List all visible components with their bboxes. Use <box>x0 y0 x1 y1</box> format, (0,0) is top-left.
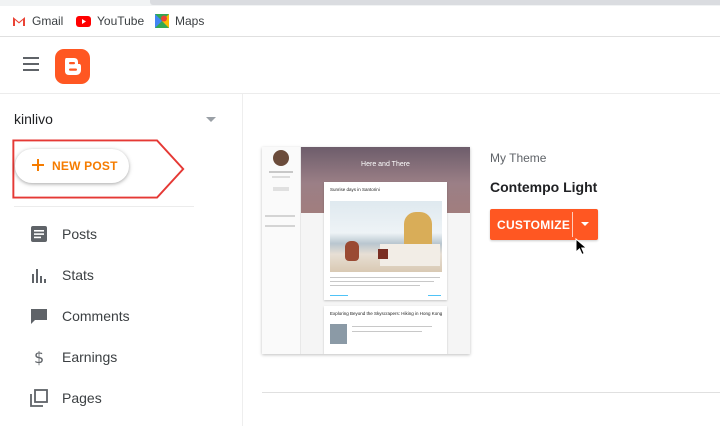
pages-icon <box>30 389 48 407</box>
gmail-icon <box>13 16 25 26</box>
new-post-label: NEW POST <box>52 159 118 173</box>
preview-post-image <box>330 201 442 272</box>
preview-post-card: Sunrise days in Santorini <box>324 182 447 300</box>
preview-sidebar <box>262 147 301 354</box>
blogger-logo[interactable] <box>55 49 90 84</box>
stats-icon <box>32 269 46 283</box>
theme-name: Contempo Light <box>490 179 598 195</box>
sidebar-item-pages[interactable]: Pages <box>0 380 242 416</box>
sidebar-item-label: Earnings <box>62 349 118 365</box>
customize-split-button: CUSTOMIZE <box>490 209 598 240</box>
blog-selector-name[interactable]: kinlivo <box>14 111 53 127</box>
divider <box>14 206 194 207</box>
sidebar: kinlivo NEW POST Posts Stats Comments $ … <box>0 94 243 426</box>
bookmarks-bar: Gmail YouTube Maps <box>0 6 720 37</box>
theme-preview-thumbnail[interactable]: Here and There Sunrise days in Santorini… <box>262 147 470 354</box>
sidebar-item-label: Pages <box>62 390 102 406</box>
preview-post-title: Sunrise days in Santorini <box>330 187 380 192</box>
sidebar-item-stats[interactable]: Stats <box>0 257 242 293</box>
bookmark-gmail[interactable]: Gmail <box>12 13 63 29</box>
customize-dropdown-button[interactable] <box>573 209 598 240</box>
new-post-button[interactable]: NEW POST <box>15 149 129 183</box>
maps-icon <box>155 14 169 28</box>
section-divider <box>262 392 720 393</box>
sidebar-item-label: Posts <box>62 226 98 242</box>
menu-icon[interactable] <box>23 57 39 71</box>
sidebar-item-posts[interactable]: Posts <box>0 216 242 252</box>
preview-post-thumbnail <box>330 324 347 344</box>
bookmark-youtube[interactable]: YouTube <box>76 13 144 29</box>
app-header <box>0 37 720 94</box>
youtube-icon <box>76 15 91 27</box>
svg-text:$: $ <box>34 348 44 366</box>
dollar-icon: $ <box>34 348 44 366</box>
mouse-cursor-icon <box>575 238 588 256</box>
customize-label: CUSTOMIZE <box>497 218 571 232</box>
bookmark-label: Maps <box>175 14 205 28</box>
sidebar-item-earnings[interactable]: $ Earnings <box>0 339 242 375</box>
sidebar-item-comments[interactable]: Comments <box>0 298 242 334</box>
preview-post-card: Exploring Beyond the Skyscrapers: Hiking… <box>324 306 447 354</box>
sidebar-item-label: Comments <box>62 308 130 324</box>
sidebar-item-label: Stats <box>62 267 94 283</box>
chevron-down-icon[interactable] <box>206 117 216 122</box>
bookmark-maps[interactable]: Maps <box>155 13 204 29</box>
scrollbar-thumb[interactable] <box>150 0 720 5</box>
plus-icon <box>31 158 45 172</box>
bookmark-label: YouTube <box>97 14 145 28</box>
caret-down-icon <box>581 222 589 226</box>
bookmark-label: Gmail <box>32 14 64 28</box>
avatar <box>273 150 289 166</box>
preview-blog-title: Here and There <box>361 161 410 168</box>
comments-icon <box>31 309 47 324</box>
preview-post-title: Exploring Beyond the Skyscrapers: Hiking… <box>330 311 443 316</box>
posts-icon <box>31 226 47 242</box>
my-theme-label: My Theme <box>490 151 547 165</box>
customize-button[interactable]: CUSTOMIZE <box>490 209 572 240</box>
